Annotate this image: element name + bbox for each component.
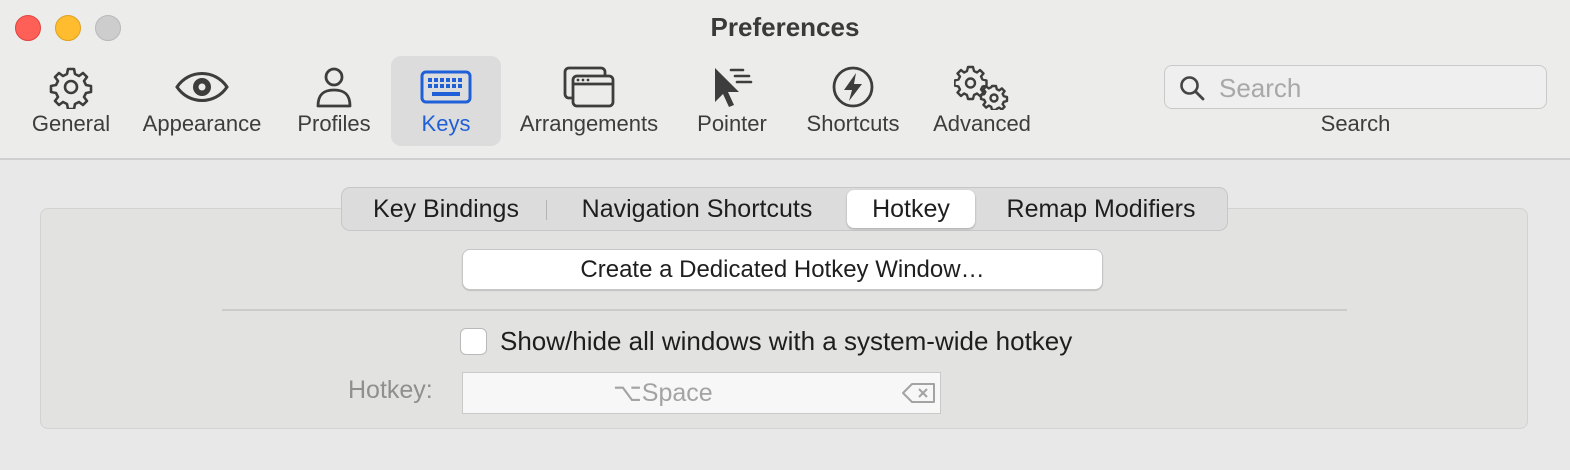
search-input[interactable] (1217, 72, 1521, 104)
toolbar-general[interactable]: General (22, 56, 120, 146)
gear-icon (22, 62, 120, 112)
toolbar-label: General (31, 111, 111, 136)
search-icon (1179, 75, 1205, 106)
toolbar-shortcuts[interactable]: Shortcuts (798, 56, 908, 146)
divider (222, 309, 1347, 311)
preferences-window: Preferences General Appearance Profiles … (0, 0, 1570, 470)
show-hide-label[interactable]: Show/hide all windows with a system-wide… (500, 326, 1072, 357)
show-hide-checkbox[interactable] (460, 328, 487, 355)
create-hotkey-window-button[interactable]: Create a Dedicated Hotkey Window… (462, 249, 1103, 290)
toolbar-label: Advanced (933, 111, 1031, 136)
search-field[interactable] (1164, 65, 1547, 109)
windows-icon (512, 62, 666, 112)
tab-remap-modifiers[interactable]: Remap Modifiers (984, 188, 1218, 230)
toolbar-label: Shortcuts (806, 111, 900, 136)
toolbar-arrangements[interactable]: Arrangements (512, 56, 666, 146)
tab-hotkey[interactable]: Hotkey (847, 190, 975, 228)
delete-key-icon[interactable] (902, 382, 936, 409)
toolbar-pointer[interactable]: Pointer (688, 56, 776, 146)
gears-icon (926, 62, 1038, 112)
toolbar-label: Appearance (142, 111, 262, 136)
title-toolbar: Preferences General Appearance Profiles … (0, 0, 1570, 160)
window-title: Preferences (710, 12, 860, 42)
tab-separator (546, 200, 547, 220)
toolbar-appearance[interactable]: Appearance (136, 56, 268, 146)
hotkey-label: Hotkey: (348, 376, 433, 404)
toolbar-label: Arrangements (519, 111, 659, 136)
toolbar-keys[interactable]: Keys (391, 56, 501, 146)
tab-navigation-shortcuts[interactable]: Navigation Shortcuts (557, 188, 837, 230)
hotkey-value: ⌥Space (613, 379, 713, 407)
eye-icon (136, 62, 268, 112)
toolbar-label: Pointer (697, 111, 767, 136)
toolbar-advanced[interactable]: Advanced (926, 56, 1038, 146)
tab-key-bindings[interactable]: Key Bindings (346, 188, 546, 230)
toolbar-profiles[interactable]: Profiles (288, 56, 380, 146)
tab-bar: Key Bindings Navigation Shortcuts Hotkey… (341, 187, 1228, 231)
pointer-icon (688, 62, 776, 112)
toolbar-label: Keys (421, 111, 471, 136)
person-icon (288, 62, 380, 112)
lightning-icon (798, 62, 908, 112)
keyboard-icon (391, 62, 501, 112)
toolbar-label: Profiles (297, 111, 371, 136)
hotkey-field[interactable]: ⌥Space (462, 372, 941, 414)
search-label: Search (1320, 111, 1391, 136)
